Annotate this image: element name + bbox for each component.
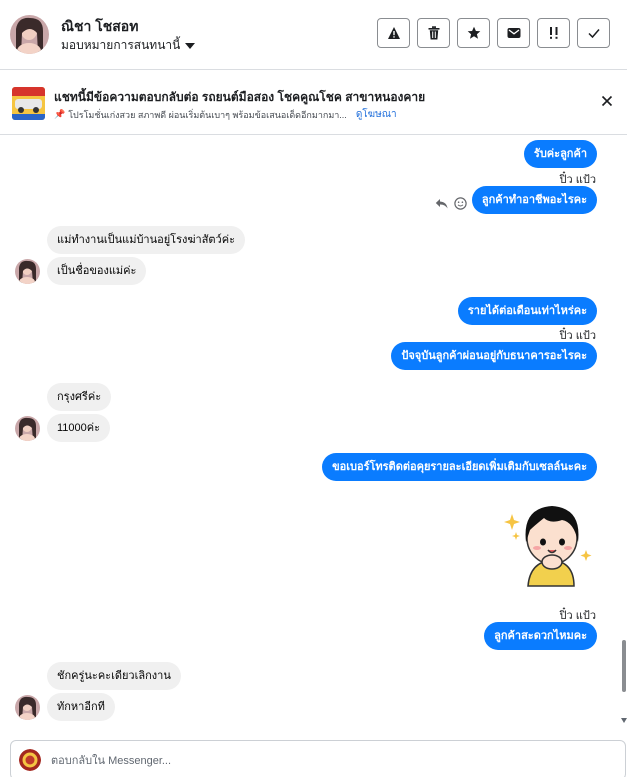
ad-subtitle: โปรโมชั่นเก่งสวย สภาพดี ผ่อนเริ่มต้นเบาๆ… [68, 109, 347, 120]
important-icon [549, 27, 557, 39]
incoming-message[interactable]: 11000ค่ะ [47, 414, 111, 442]
star-icon [467, 26, 480, 39]
incoming-message[interactable]: ชักครู่นะคะเดียวเลิกงาน [47, 662, 181, 690]
contact-avatar-small [15, 259, 40, 284]
reply-icon[interactable] [435, 198, 448, 210]
delete-button[interactable] [417, 18, 450, 48]
sticker-girl-clapping[interactable] [500, 498, 596, 588]
star-button[interactable] [457, 18, 490, 48]
mark-important-button[interactable] [537, 18, 570, 48]
scrollbar-thumb[interactable] [622, 640, 626, 692]
caret-down-icon [185, 42, 196, 49]
incoming-message[interactable]: กรุงศรีค่ะ [47, 383, 112, 411]
view-ad-link[interactable]: ดูโฆษณา [356, 107, 397, 122]
contact-avatar-small [15, 695, 40, 720]
react-icon[interactable] [454, 197, 467, 210]
ad-thumbnail [12, 87, 45, 120]
outgoing-message[interactable]: รับค่ะลูกค้า [523, 140, 597, 168]
mark-unread-button[interactable] [497, 18, 530, 48]
outgoing-message[interactable]: ปัจจุบันลูกค้าผ่อนอยู่กับธนาคารอะไรคะ [391, 342, 597, 370]
mark-done-button[interactable] [577, 18, 610, 48]
incoming-message[interactable]: ทักหาอีกที [47, 693, 115, 721]
message-input[interactable] [51, 751, 591, 771]
mail-icon [507, 28, 520, 38]
contact-avatar-small [15, 416, 40, 441]
contact-avatar[interactable] [10, 15, 49, 54]
outgoing-message[interactable]: ลูกค้าทำอาชีพอะไรคะ [471, 186, 597, 214]
outgoing-message[interactable]: ลูกค้าสะดวกไหมคะ [484, 622, 597, 650]
ad-subtitle-row: 📌 โปรโมชั่นเก่งสวย สภาพดี ผ่อนเริ่มต้นเบ… [54, 107, 397, 122]
check-icon [587, 29, 600, 39]
conversation-header: ณิชา โชสอท มอบหมายการสนทนานี้ [0, 0, 627, 70]
incoming-message[interactable]: เป็นชื่อของแม่ค่ะ [47, 257, 147, 285]
outgoing-message[interactable]: ขอเบอร์โทรติดต่อคุยรายละเอียดเพิ่มเติมกั… [322, 453, 597, 481]
scroll-down-arrow-icon[interactable] [621, 718, 627, 723]
reply-composer [10, 740, 626, 777]
mark-spam-button[interactable] [377, 18, 410, 48]
incoming-message[interactable]: แม่ทำงานเป็นแม่บ้านอยู่โรงฆ่าสัตว์ค่ะ [47, 226, 245, 254]
ad-context-banner: แชทนี้มีข้อความตอบกลับต่อ รถยนต์มือสอง โ… [0, 71, 627, 135]
close-banner-button[interactable] [599, 93, 615, 109]
pin-icon: 📌 [54, 109, 66, 119]
message-tools [435, 197, 467, 210]
ad-title: แชทนี้มีข้อความตอบกลับต่อ รถยนต์มือสอง โ… [54, 90, 426, 104]
assign-label: มอบหมายการสนทนานี้ [61, 38, 181, 52]
close-icon [601, 95, 613, 107]
contact-name: ณิชา โชสอท [61, 18, 139, 34]
outgoing-message[interactable]: รายได้ต่อเดือนเท่าไหร่คะ [457, 297, 597, 325]
assign-conversation-dropdown[interactable]: มอบหมายการสนทนานี้ [61, 36, 196, 55]
header-actions [377, 18, 610, 48]
warning-icon [387, 27, 400, 39]
trash-icon [428, 26, 439, 40]
page-avatar [19, 749, 41, 771]
